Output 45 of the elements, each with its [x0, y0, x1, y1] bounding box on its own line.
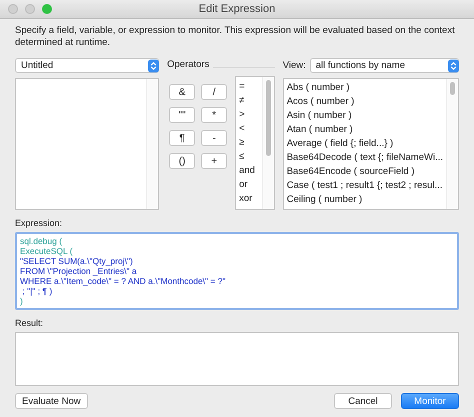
function-item[interactable]: Asin ( number ) — [286, 109, 443, 123]
function-item[interactable]: Acos ( number ) — [286, 95, 443, 109]
operator-item[interactable]: and — [239, 164, 259, 178]
function-item[interactable]: Case ( test1 ; result1 {; test2 ; resul... — [286, 179, 443, 193]
operator-button[interactable]: * — [201, 107, 228, 123]
expression-label: Expression: — [15, 218, 64, 228]
operator-item[interactable]: < — [239, 122, 259, 136]
function-item[interactable]: Average ( field {; field...} ) — [286, 137, 443, 151]
function-item[interactable]: Base64Encode ( sourceField ) — [286, 165, 443, 179]
cancel-button[interactable]: Cancel — [334, 393, 392, 409]
description-text: Specify a field, variable, or expression to monitor. This expression will be evaluated based on the context determined at runtime. — [15, 25, 456, 49]
function-item[interactable]: Base64Decode ( text {; fileNameWi... — [286, 151, 443, 165]
function-item[interactable]: Atan ( number ) — [286, 123, 443, 137]
operator-button[interactable]: / — [201, 84, 228, 100]
operators-label: Operators — [167, 59, 210, 70]
scrollbar[interactable] — [446, 79, 458, 209]
operator-item[interactable]: ≥ — [239, 136, 259, 150]
stepper-icon — [448, 58, 459, 72]
operator-button[interactable]: - — [201, 130, 228, 146]
table-select[interactable]: Untitled — [15, 58, 160, 73]
function-item[interactable]: Abs ( number ) — [286, 81, 443, 95]
operator-item[interactable]: = — [239, 80, 259, 94]
stepper-icon — [148, 58, 160, 72]
field-list[interactable] — [15, 78, 160, 210]
evaluate-now-button[interactable]: Evaluate Now — [15, 393, 88, 409]
view-label: View: — [282, 60, 306, 71]
operator-button[interactable]: () — [169, 153, 196, 169]
operator-item[interactable]: ≠ — [239, 94, 259, 108]
function-item[interactable]: Ceiling ( number ) — [286, 193, 443, 207]
operator-item[interactable]: ≤ — [239, 150, 259, 164]
window-title: Edit Expression — [198, 3, 276, 15]
operator-item[interactable]: > — [239, 108, 259, 122]
operator-item[interactable]: or — [239, 178, 259, 192]
minimize-button[interactable] — [25, 4, 35, 14]
operator-button[interactable]: ¶ — [169, 130, 196, 146]
view-select[interactable]: all functions by name — [310, 58, 459, 73]
scrollbar[interactable] — [262, 77, 274, 209]
close-button[interactable] — [8, 4, 18, 14]
operator-item[interactable]: xor — [239, 192, 259, 206]
operator-button[interactable]: & — [169, 84, 196, 100]
expression-field[interactable]: sql.debug ( ExecuteSQL ( "SELECT SUM(a.\"Qty_proj\") FROM \"Projection _Entries\" a WHERE a.\"Item_code\" = ? AND a.\"Monthcode\" = ?" ; "|" ; ¶ ) ) — [15, 232, 459, 310]
operator-button[interactable]: "" — [169, 107, 196, 123]
result-label: Result: — [15, 318, 44, 328]
operator-button[interactable]: + — [201, 153, 228, 169]
zoom-button[interactable] — [42, 4, 52, 14]
